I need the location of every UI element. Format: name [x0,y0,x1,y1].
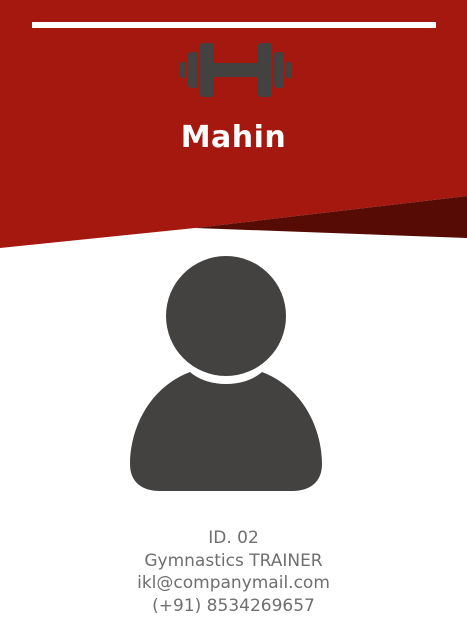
top-divider [32,22,436,28]
dumbbell-icon [180,43,292,97]
phone-text: (+91) 8534269657 [152,595,315,616]
job-role: Gymnastics TRAINER [144,550,323,571]
user-avatar-icon [130,256,322,491]
id-card: Mahin ID. 02 Gymnastics TRAINER ikl@comp… [0,0,467,618]
email-text: ikl@companymail.com [137,573,330,593]
contact-info: ID. 02 Gymnastics TRAINER ikl@companymai… [0,527,467,617]
person-name: Mahin [180,120,287,155]
employee-id: ID. 02 [208,528,259,548]
